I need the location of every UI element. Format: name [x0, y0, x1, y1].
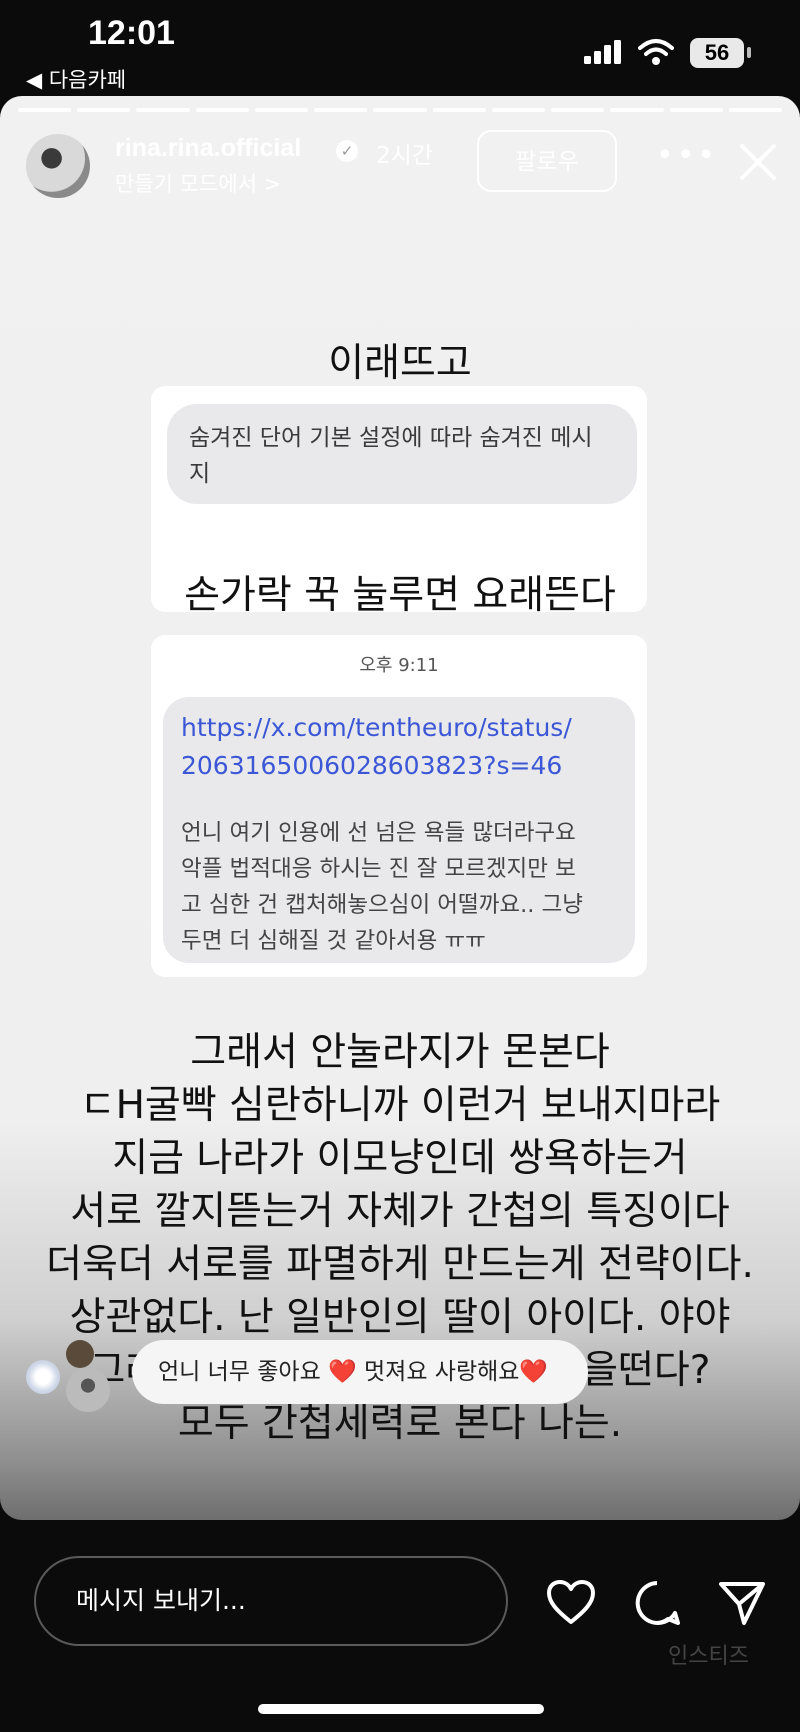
progress-segment [314, 108, 368, 112]
message-body: 언니 여기 인용에 선 넘은 욕들 많더라구요 악플 법적대응 하시는 진 잘 … [181, 815, 617, 959]
progress-segment [491, 108, 546, 112]
message-line: 악플 법적대응 하시는 진 잘 모르겠지만 보 [181, 856, 576, 882]
back-to-app-link[interactable]: ◀ 다음카페 [26, 64, 126, 94]
text-line: 더욱더 서로를 파멸하게 만드는게 전략이다. [46, 1242, 754, 1287]
message-input[interactable]: 메시지 보내기... [34, 1556, 508, 1646]
replier-avatar [66, 1340, 94, 1368]
text-line: 모두 간첩세력로 본다 나는. [177, 1401, 623, 1446]
progress-segment [373, 108, 427, 112]
story-viewer[interactable]: rina.rina.official ✓ 2시간 만들기 모드에서 > 팔로우 … [0, 96, 800, 1520]
battery-indicator: 56 [690, 38, 744, 68]
text-line: ㄷH굴빡 심란하니까 이런거 보내지마라 [79, 1083, 721, 1128]
heart-icon[interactable] [546, 1580, 596, 1626]
message-bubble: https://x.com/tentheuro/status/ 20631650… [163, 697, 635, 963]
message-line: 두면 더 심해질 것 같아서용 ㅠㅠ [181, 928, 486, 954]
bottom-bar: 메시지 보내기... [0, 1520, 800, 1732]
progress-segment [136, 108, 190, 112]
progress-segment [669, 108, 723, 112]
progress-segment [610, 108, 664, 112]
verified-badge-icon: ✓ [336, 140, 358, 162]
reply-bubble: 언니 너무 좋아요 ❤️ 멋져요 사랑해요❤️ [132, 1340, 588, 1404]
message-screenshot-card: 오후 9:11 https://x.com/tentheuro/status/ … [151, 635, 647, 977]
link-line: https://x.com/tentheuro/status/ [181, 713, 572, 742]
share-send-icon[interactable] [718, 1580, 766, 1626]
watermark: 인스티즈 [668, 1644, 749, 1669]
more-options-icon[interactable]: ••• [656, 138, 718, 173]
progress-segment [195, 108, 249, 112]
progress-segment [77, 108, 131, 112]
status-bar: 12:01 ◀ 다음카페 56 [0, 0, 800, 96]
post-time: 2시간 [376, 143, 433, 169]
hidden-message-line: 숨겨진 단어 기본 설정에 따라 숨겨진 메시 [189, 425, 593, 451]
text-line: 상관없다. 난 일반인의 딸이 아이다. 야야 [69, 1295, 731, 1340]
clock: 12:01 [88, 14, 175, 52]
message-line: 고 심한 건 캡처해놓으심이 어떨까요.. 그냥 [181, 892, 583, 918]
story-header: rina.rina.official ✓ 2시간 만들기 모드에서 > 팔로우 … [0, 124, 800, 204]
progress-segment [432, 108, 486, 112]
signal-icon [584, 40, 621, 64]
home-indicator[interactable] [258, 1704, 544, 1714]
caption-text: 손가락 꾹 눌루면 요래뜬다 [184, 573, 616, 618]
message-time: 오후 9:11 [359, 655, 439, 676]
progress-segment [551, 108, 605, 112]
link-line: 2063165006028603823?s=46 [181, 751, 563, 780]
text-line: 서로 깔지뜯는거 자체가 간첩의 특징이다 [70, 1189, 730, 1234]
status-link[interactable]: https://x.com/tentheuro/status/ 20631650… [181, 709, 617, 785]
wifi-icon [638, 39, 674, 65]
hidden-message-bubble: 숨겨진 단어 기본 설정에 따라 숨겨진 메시 지 [167, 404, 637, 504]
comment-icon[interactable] [634, 1580, 680, 1626]
replier-avatar [66, 1368, 110, 1412]
progress-segment [728, 108, 783, 112]
username[interactable]: rina.rina.official [115, 134, 301, 163]
replier-avatar [26, 1360, 60, 1394]
text-line: 그래서 안눌라지가 몬본다 [190, 1030, 610, 1075]
close-icon[interactable] [734, 138, 782, 186]
follow-button[interactable]: 팔로우 [477, 130, 617, 192]
battery-nub [747, 47, 751, 58]
text-line: 지금 나라가 이모냥인데 쌍욕하는거 [112, 1136, 688, 1181]
created-in-mode-link[interactable]: 만들기 모드에서 > [115, 168, 281, 198]
progress-segment [254, 108, 309, 112]
message-line: 언니 여기 인용에 선 넘은 욕들 많더라구요 [181, 820, 576, 846]
hidden-message-line: 지 [189, 461, 211, 487]
caption-text: 이래뜨고 [328, 341, 472, 386]
progress-segment [18, 108, 72, 112]
story-progress [18, 108, 783, 112]
avatar[interactable] [26, 134, 90, 198]
